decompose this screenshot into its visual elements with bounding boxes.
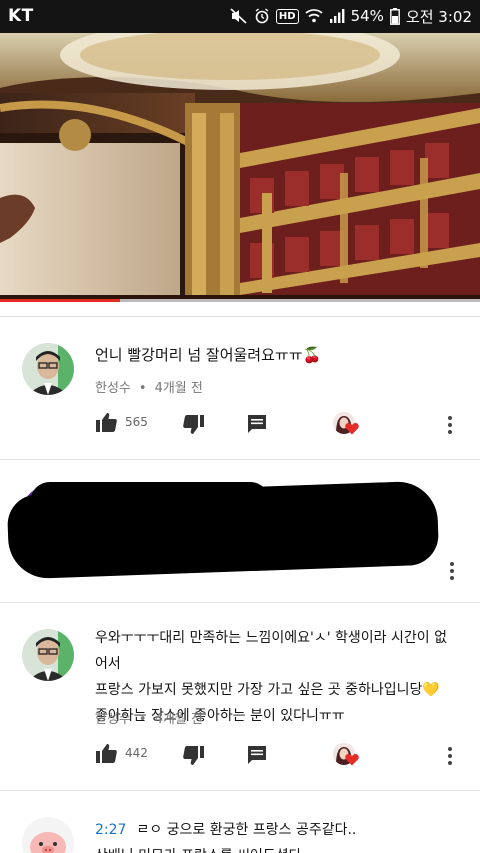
wifi-icon xyxy=(305,8,323,24)
thumbs-down-icon xyxy=(183,746,204,765)
comment-age: 4개월 전 xyxy=(154,381,203,396)
comment-age: 4개월 전 xyxy=(154,712,203,727)
like-count: 565 xyxy=(125,415,148,429)
like-button[interactable]: 565 xyxy=(95,412,148,432)
reply-icon xyxy=(248,746,266,764)
comment-actions: 565 xyxy=(95,412,466,442)
comment-line: 우와ㅜㅜㅜ대리 만족하는 느낌이에요'ㅅ' 학생이라 시간이 없어서 xyxy=(95,630,447,672)
overflow-menu-icon[interactable] xyxy=(446,747,454,768)
creator-heart-badge xyxy=(333,743,363,771)
reply-button[interactable] xyxy=(247,414,267,434)
comment-author[interactable]: 한성수 xyxy=(95,381,131,396)
thumbs-down-icon xyxy=(183,415,204,434)
comment-item: 우와ㅜㅜㅜ대리 만족하는 느낌이에요'ㅅ' 학생이라 시간이 없어서 프랑스 가… xyxy=(0,603,480,789)
carrier-label: KT xyxy=(8,6,34,26)
comment-actions: 442 xyxy=(95,743,466,773)
avatar[interactable] xyxy=(22,343,74,395)
video-frame xyxy=(0,33,480,302)
mute-icon xyxy=(230,8,248,24)
thumbs-up-icon xyxy=(96,744,117,763)
signal-icon xyxy=(329,8,345,24)
dislike-button[interactable] xyxy=(183,746,205,766)
alarm-icon xyxy=(254,8,270,24)
avatar[interactable] xyxy=(22,629,74,681)
video-player[interactable] xyxy=(0,33,480,302)
video-progress-bar[interactable] xyxy=(0,299,480,302)
dislike-button[interactable] xyxy=(183,415,205,435)
comment-item: 언니 빨강머리 넘 잘어울려요ㅠㅠ🍒 한성수 • 4개월 전 565 xyxy=(0,317,480,459)
creator-heart-badge xyxy=(333,412,363,440)
comment-author[interactable]: 한성수 xyxy=(95,712,131,727)
battery-percent: 54% xyxy=(350,7,384,25)
timestamp-link[interactable]: 2:27 xyxy=(95,822,126,838)
redaction-mark xyxy=(30,482,270,522)
battery-icon xyxy=(390,7,400,25)
reply-icon xyxy=(248,415,266,433)
heart-icon xyxy=(345,754,359,766)
comment-line-text: ㄹㅇ 궁으로 환궁한 프랑스 공주같다.. xyxy=(136,822,357,838)
comment-line: 산배님 미모가 프랑스를 씨어드셨다.. xyxy=(95,843,458,853)
video-progress-fill xyxy=(0,299,120,302)
overflow-menu-icon[interactable] xyxy=(448,562,456,583)
comment-text: 2:27 ㄹㅇ 궁으로 환궁한 프랑스 공주같다.. 산배님 미모가 프랑스를 씨… xyxy=(95,817,458,853)
comment-meta: 한성수 • 4개월 전 xyxy=(95,381,203,396)
overflow-menu-icon[interactable] xyxy=(446,416,454,437)
comment-item: !!!!!여신이시다!!❤ xyxy=(0,460,480,602)
like-count: 442 xyxy=(125,746,148,760)
avatar[interactable] xyxy=(22,817,74,853)
clock: 오전 3:02 xyxy=(405,7,472,26)
comment-line: 프랑스 가보지 못했지만 가장 가고 싶은 곳 중하나입니당💛 xyxy=(95,682,440,698)
comment-text: 언니 빨강머리 넘 잘어울려요ㅠㅠ🍒 xyxy=(95,346,322,364)
like-button[interactable]: 442 xyxy=(95,743,148,763)
comment-meta: 한성수 • 4개월 전 xyxy=(95,712,203,727)
status-bar: KT HD 54% 오전 3:02 xyxy=(0,0,480,33)
status-icons: HD 54% 오전 3:02 xyxy=(230,6,472,26)
thumbs-up-icon xyxy=(96,413,117,432)
hd-icon: HD xyxy=(275,8,299,24)
comment-item: 2:27 ㄹㅇ 궁으로 환궁한 프랑스 공주같다.. 산배님 미모가 프랑스를 씨… xyxy=(0,791,480,853)
reply-button[interactable] xyxy=(247,745,267,765)
heart-icon xyxy=(345,423,359,435)
comment-line: 2:27 ㄹㅇ 궁으로 환궁한 프랑스 공주같다.. xyxy=(95,817,458,843)
